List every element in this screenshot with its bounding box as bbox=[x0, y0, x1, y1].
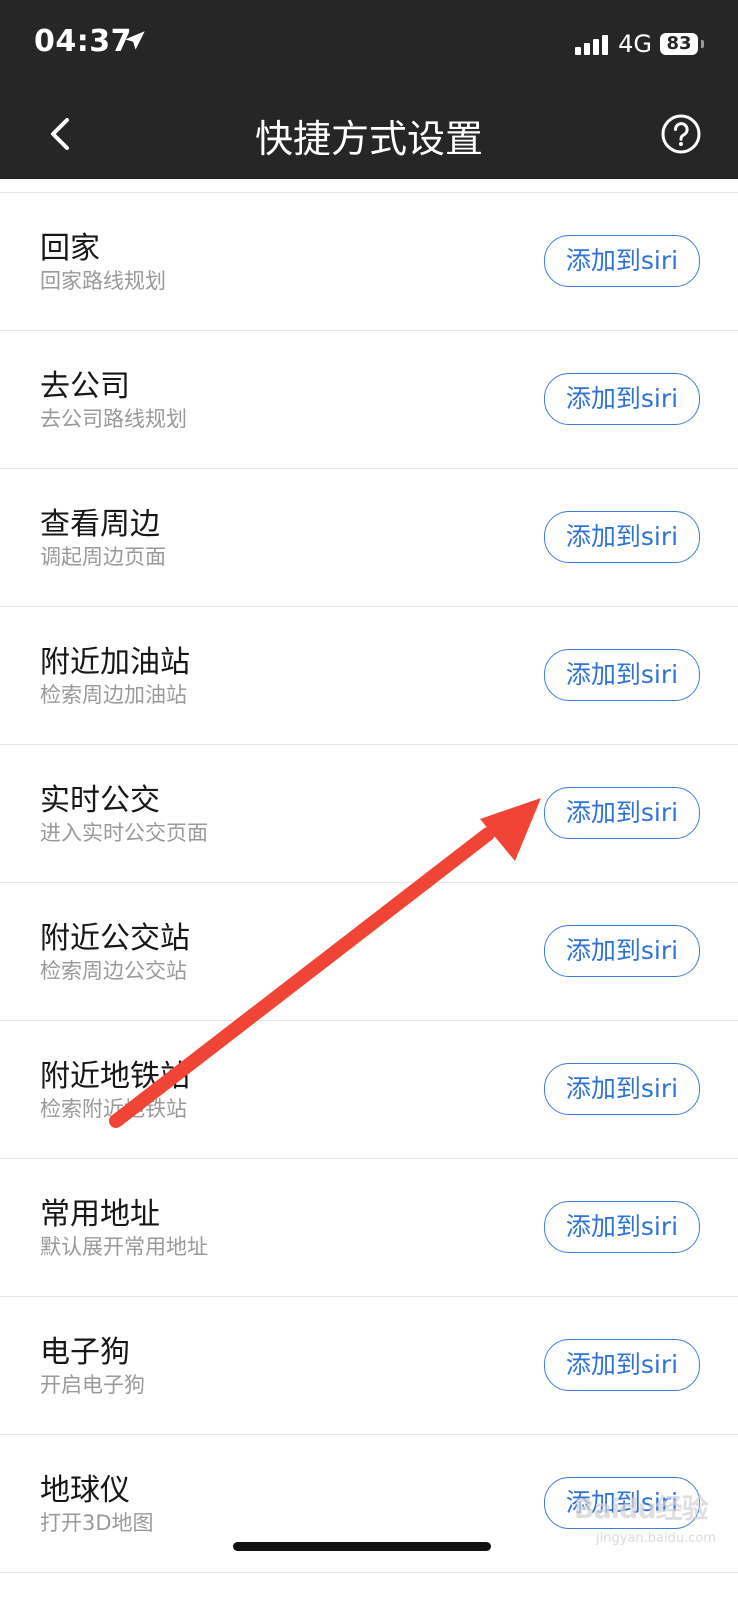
item-subtitle: 进入实时公交页面 bbox=[40, 821, 208, 845]
list-item: 去公司 去公司路线规划 添加到siri bbox=[0, 331, 738, 469]
nav-bar: 快捷方式设置 bbox=[0, 88, 738, 179]
item-title: 电子狗 bbox=[40, 1335, 130, 1370]
list-item: 回家 回家路线规划 添加到siri bbox=[0, 193, 738, 331]
add-to-siri-button[interactable]: 添加到siri bbox=[544, 1201, 700, 1253]
list-item: 常用地址 默认展开常用地址 添加到siri bbox=[0, 1159, 738, 1297]
question-circle-icon[interactable] bbox=[660, 113, 702, 155]
network-type: 4G bbox=[618, 30, 652, 58]
item-title: 附近公交站 bbox=[40, 921, 190, 956]
add-to-siri-button[interactable]: 添加到siri bbox=[544, 925, 700, 977]
add-to-siri-button[interactable]: 添加到siri bbox=[544, 373, 700, 425]
item-subtitle: 检索附近地铁站 bbox=[40, 1097, 187, 1121]
page-title: 快捷方式设置 bbox=[254, 117, 483, 161]
shortcut-list: 回家 回家路线规划 添加到siri 去公司 去公司路线规划 添加到siri 查看… bbox=[0, 179, 738, 1573]
add-to-siri-button[interactable]: 添加到siri bbox=[544, 649, 700, 701]
item-subtitle: 开启电子狗 bbox=[40, 1373, 145, 1397]
battery-icon: 83 bbox=[660, 33, 698, 55]
list-item: 附近公交站 检索周边公交站 添加到siri bbox=[0, 883, 738, 1021]
list-item: 地球仪 打开3D地图 添加到siri bbox=[0, 1435, 738, 1573]
add-to-siri-button[interactable]: 添加到siri bbox=[544, 1477, 700, 1529]
item-title: 实时公交 bbox=[40, 783, 160, 818]
item-title: 常用地址 bbox=[40, 1197, 160, 1232]
location-arrow-icon bbox=[125, 31, 145, 50]
item-title: 附近加油站 bbox=[40, 645, 190, 680]
list-item: 电子狗 开启电子狗 添加到siri bbox=[0, 1297, 738, 1435]
status-bar: 04:37 4G 83 bbox=[0, 0, 738, 88]
status-time: 04:37 bbox=[34, 24, 132, 59]
item-title: 回家 bbox=[40, 231, 100, 266]
item-subtitle: 检索周边公交站 bbox=[40, 959, 187, 983]
item-title: 地球仪 bbox=[40, 1473, 130, 1508]
add-to-siri-button[interactable]: 添加到siri bbox=[544, 511, 700, 563]
add-to-siri-button[interactable]: 添加到siri bbox=[544, 1339, 700, 1391]
top-divider bbox=[0, 179, 738, 193]
battery-tip bbox=[701, 40, 704, 48]
item-subtitle: 默认展开常用地址 bbox=[40, 1235, 208, 1259]
add-to-siri-button[interactable]: 添加到siri bbox=[544, 235, 700, 287]
list-item: 查看周边 调起周边页面 添加到siri bbox=[0, 469, 738, 607]
item-subtitle: 打开3D地图 bbox=[40, 1511, 154, 1535]
list-item: 附近加油站 检索周边加油站 添加到siri bbox=[0, 607, 738, 745]
item-title: 查看周边 bbox=[40, 507, 160, 542]
item-subtitle: 去公司路线规划 bbox=[40, 407, 187, 431]
item-subtitle: 调起周边页面 bbox=[40, 545, 166, 569]
add-to-siri-button[interactable]: 添加到siri bbox=[544, 1063, 700, 1115]
item-title: 去公司 bbox=[40, 369, 130, 404]
home-indicator bbox=[233, 1542, 491, 1551]
signal-bars-icon bbox=[575, 33, 609, 55]
add-to-siri-button[interactable]: 添加到siri bbox=[544, 787, 700, 839]
list-item: 附近地铁站 检索附近地铁站 添加到siri bbox=[0, 1021, 738, 1159]
item-title: 附近地铁站 bbox=[40, 1059, 190, 1094]
item-subtitle: 回家路线规划 bbox=[40, 269, 166, 293]
list-item: 实时公交 进入实时公交页面 添加到siri bbox=[0, 745, 738, 883]
status-indicators: 4G 83 bbox=[575, 30, 704, 58]
item-subtitle: 检索周边加油站 bbox=[40, 683, 187, 707]
